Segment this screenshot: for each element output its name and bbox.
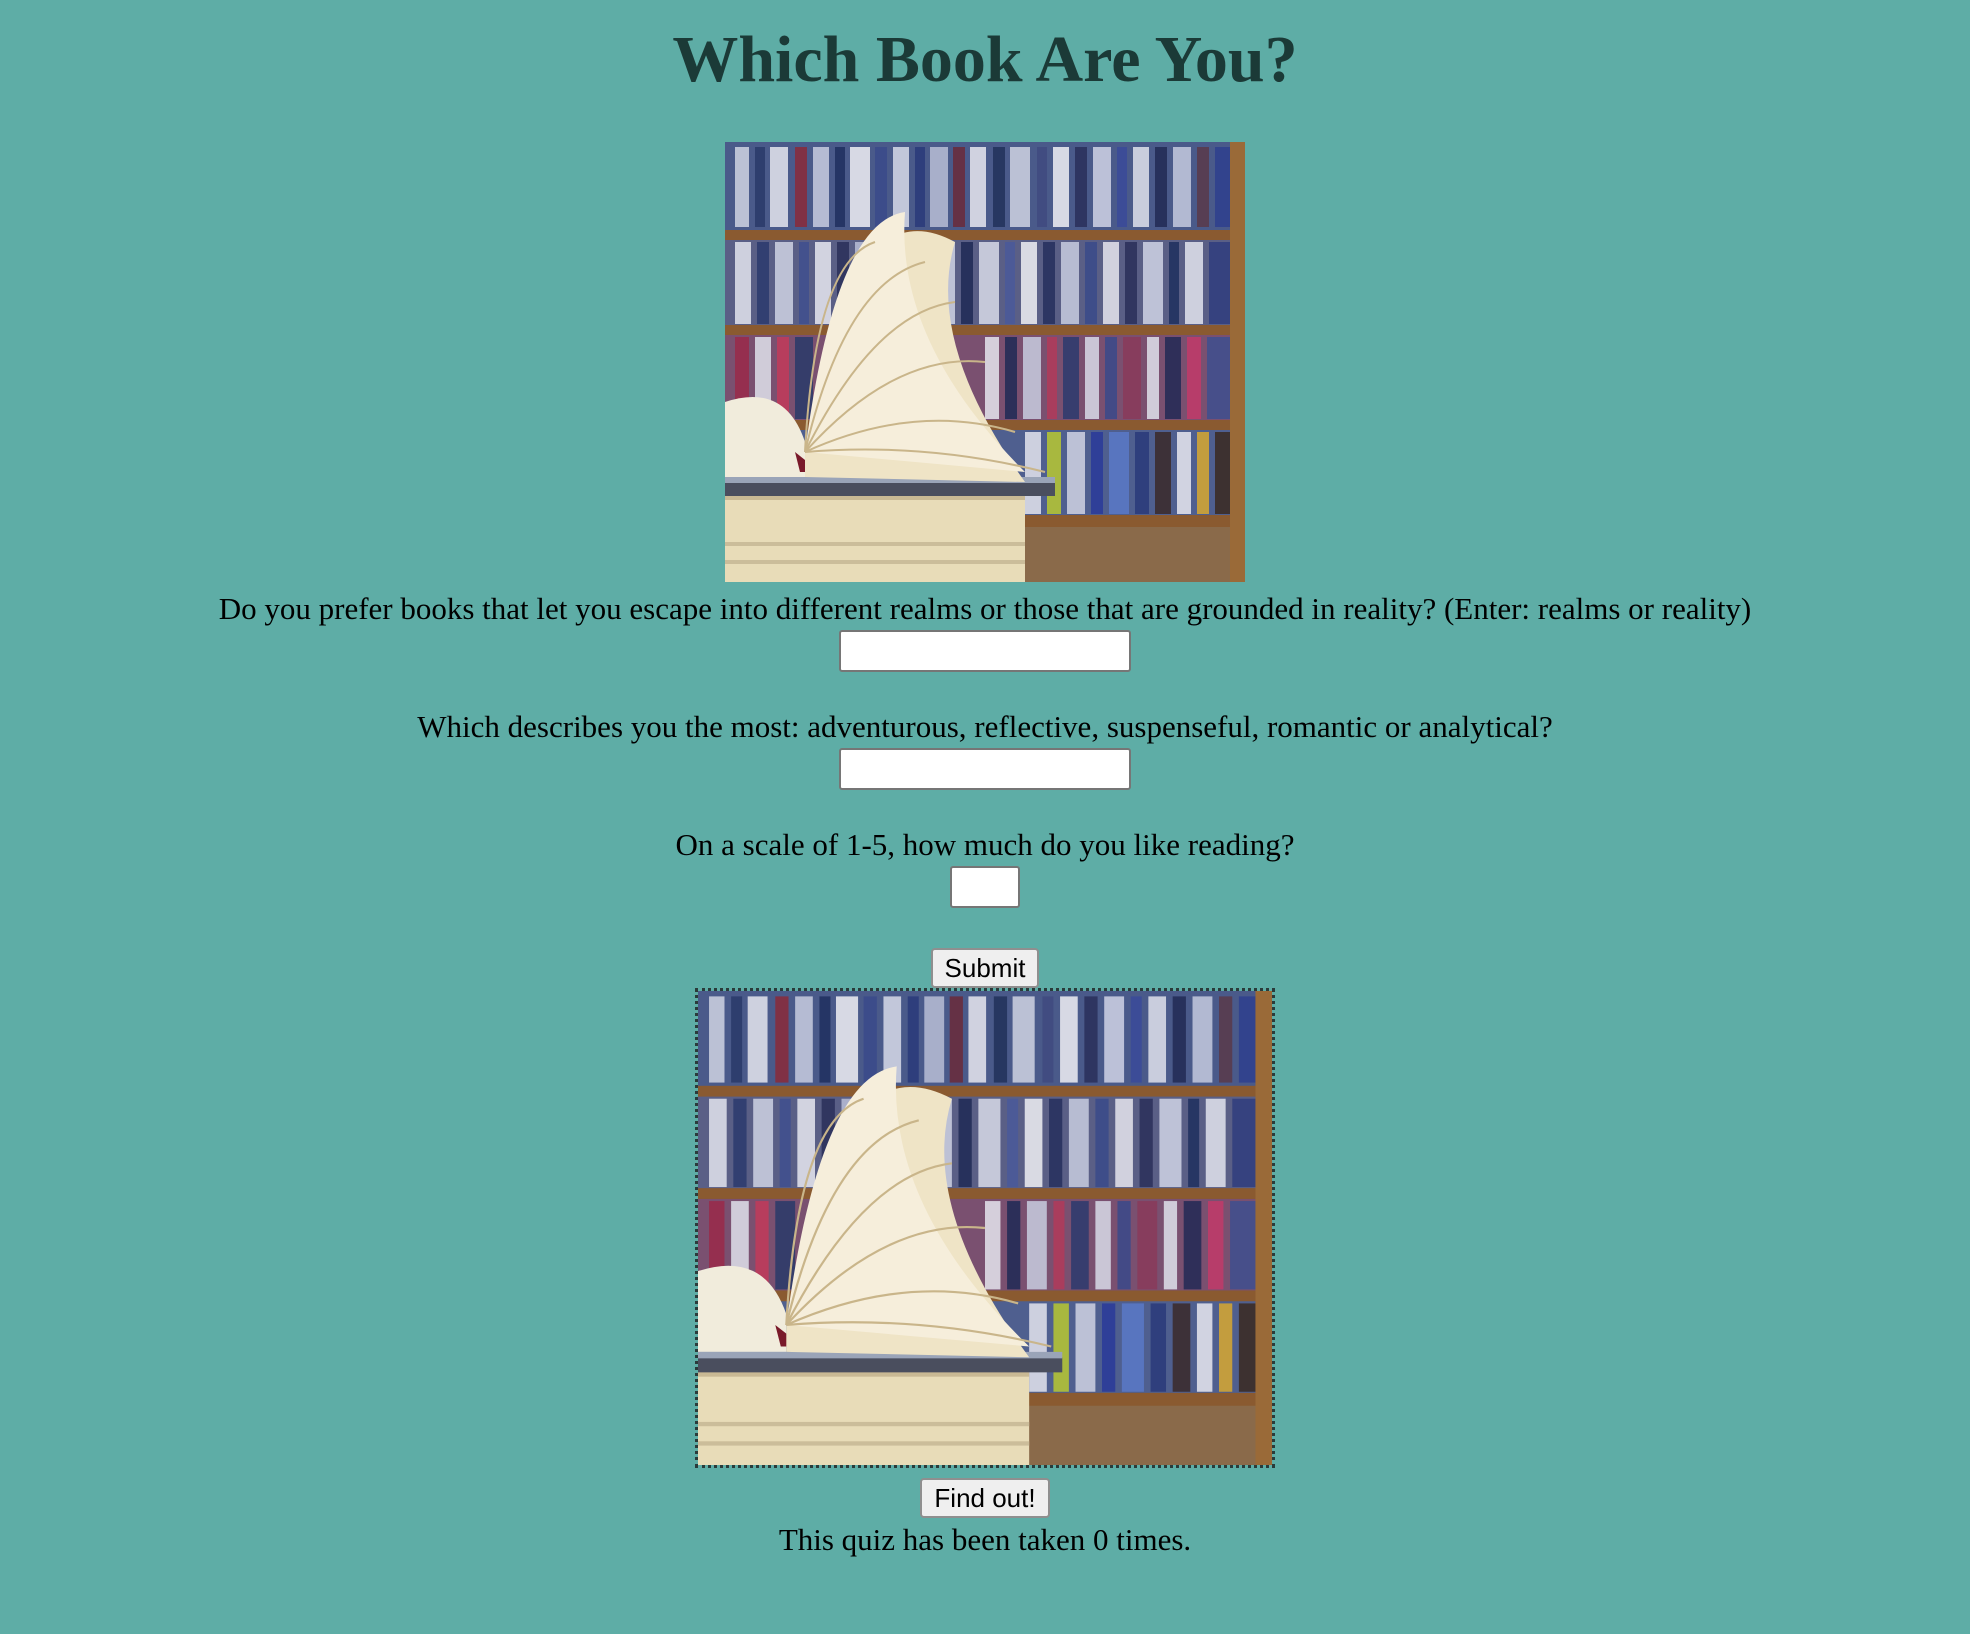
open-book-photo-icon	[698, 991, 1272, 1465]
question-2-label: Which describes you the most: adventurou…	[417, 709, 1553, 744]
quiz-page: Which Book Are You? Do you prefer books …	[0, 0, 1970, 1560]
quiz-counter: This quiz has been taken 0 times.	[778, 1522, 1192, 1557]
find-out-button[interactable]: Find out!	[920, 1478, 1050, 1518]
question-1-label: Do you prefer books that let you escape …	[218, 591, 1752, 626]
result-image	[695, 988, 1275, 1468]
question-3-label: On a scale of 1-5, how much do you like …	[675, 827, 1295, 862]
open-book-photo-icon	[725, 142, 1245, 582]
submit-button[interactable]: Submit	[930, 948, 1040, 988]
question-2-input[interactable]	[839, 748, 1131, 790]
page-title: Which Book Are You?	[672, 23, 1298, 96]
find-out-row: Find out!	[0, 1478, 1970, 1520]
book-library-image	[725, 142, 1245, 582]
submit-row: Submit	[0, 948, 1970, 988]
question-3-input[interactable]	[950, 866, 1020, 908]
question-1-input[interactable]	[839, 630, 1131, 672]
